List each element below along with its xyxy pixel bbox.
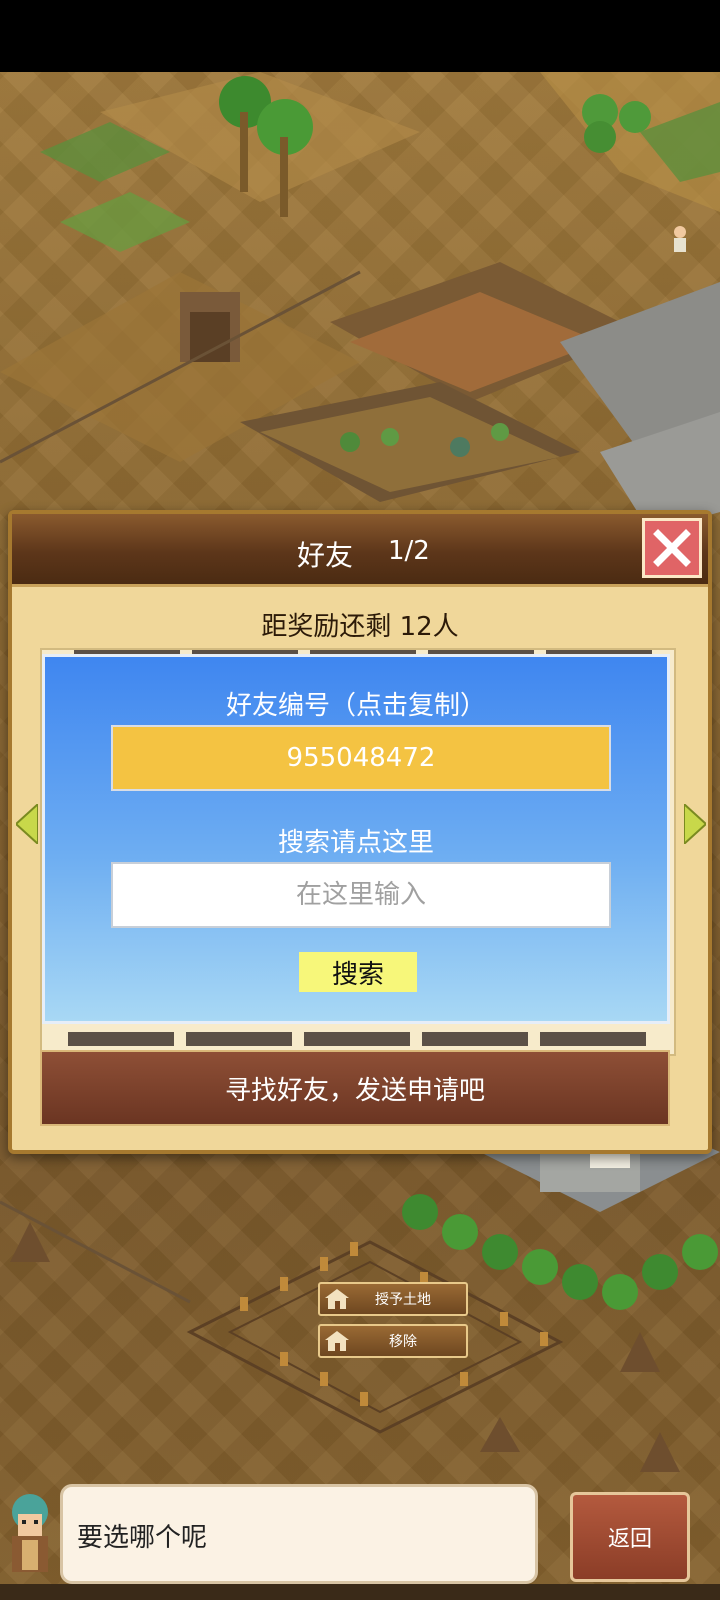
friends-dialog: 好友 1/2 距奖励还剩 12人 好友编号（点击复制） 955048472 搜索 (8, 510, 712, 1154)
speech-text: 要选哪个呢 (77, 1523, 208, 1553)
friend-id-copy-button[interactable]: 955048472 (111, 725, 611, 791)
slot-bar (422, 1032, 528, 1046)
slot-bar (304, 1032, 410, 1046)
grant-land-button[interactable]: 授予土地 (318, 1282, 468, 1316)
house-icon (325, 1331, 349, 1351)
grant-land-label: 授予土地 (375, 1292, 431, 1308)
close-x-icon (653, 529, 691, 567)
friend-id-label: 好友编号（点击复制） (225, 691, 486, 721)
advisor-avatar (12, 1494, 48, 1572)
reward-progress-text: 距奖励还剩 12人 (261, 612, 459, 642)
page-indicator: 1/2 (388, 536, 430, 566)
search-button[interactable]: 搜索 (299, 952, 417, 992)
close-button[interactable] (642, 518, 702, 578)
search-label: 搜索请点这里 (277, 828, 434, 858)
bottom-strip (0, 1584, 720, 1600)
back-label: 返回 (607, 1527, 652, 1552)
prev-page-arrow-icon[interactable] (16, 804, 38, 844)
friend-id-value: 955048472 (286, 743, 436, 773)
slot-bar (186, 1032, 292, 1046)
remove-label: 移除 (389, 1334, 417, 1350)
find-friends-banner[interactable]: 寻找好友，发送申请吧 (40, 1050, 670, 1126)
next-page-arrow-icon[interactable] (684, 804, 706, 844)
dialog-header: 好友 1/2 (12, 514, 708, 587)
slot-bar (540, 1032, 646, 1046)
friend-search-panel: 好友编号（点击复制） 955048472 搜索请点这里 搜索 (42, 654, 670, 1024)
slot-bar (68, 1032, 174, 1046)
status-bar (0, 0, 720, 72)
back-button[interactable]: 返回 (570, 1492, 690, 1582)
speech-bubble: 要选哪个呢 (60, 1484, 538, 1584)
search-input[interactable] (111, 862, 611, 928)
house-icon (325, 1289, 349, 1309)
remove-button[interactable]: 移除 (318, 1324, 468, 1358)
dialog-title: 好友 (297, 539, 354, 572)
find-friends-text: 寻找好友，发送申请吧 (224, 1075, 485, 1106)
